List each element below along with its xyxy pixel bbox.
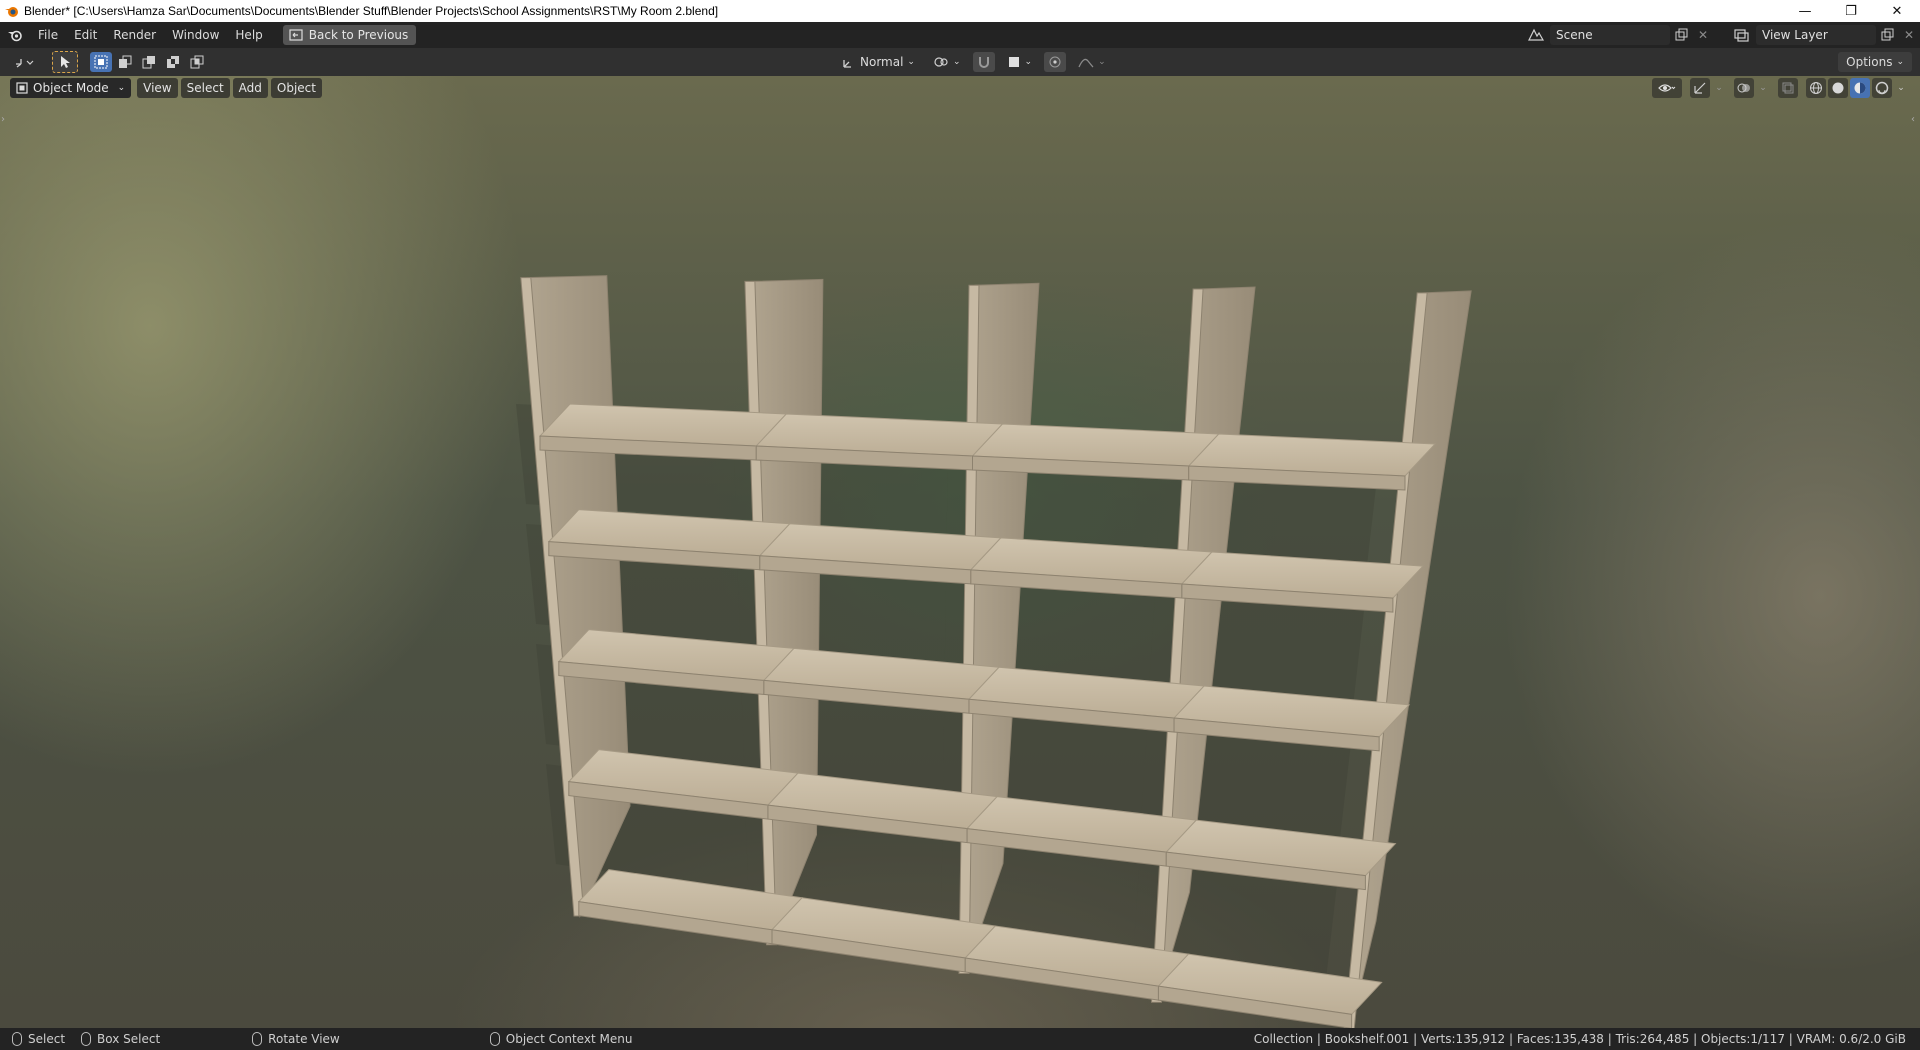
new-view-layer-button[interactable] [1876,25,1898,45]
transform-orientation-dropdown[interactable]: Normal ⌄ [836,52,921,72]
x-icon: ✕ [1697,28,1709,42]
chevron-down-icon: ⌄ [1098,57,1106,67]
view-layer-icon [1734,29,1749,42]
snap-target-dropdown[interactable]: ⌄ [1001,52,1039,72]
select-new-button[interactable] [90,52,112,72]
delete-view-layer-button[interactable]: ✕ [1898,25,1920,45]
scene-browse-button[interactable] [1522,25,1550,45]
duplicate-icon [1881,28,1894,41]
transform-settings-group: Normal ⌄ ⌄ ⌄ ⌄ [836,52,1112,72]
selection-mode-group [90,52,208,72]
3d-viewport[interactable]: Object Mode ⌄ View Select Add Object ⌄ ⌄ [0,76,1920,1028]
chevron-down-icon: ⌄ [1024,57,1033,67]
view-layer-name: View Layer [1762,28,1828,42]
menu-window[interactable]: Window [164,22,227,48]
options-label: Options [1846,55,1893,69]
back-screen-icon [289,29,303,41]
menu-help[interactable]: Help [227,22,270,48]
scene-name: Scene [1556,28,1593,42]
status-select: Select [12,1032,65,1046]
close-icon: ✕ [1891,3,1903,19]
magnet-icon [978,57,989,68]
snap-toggle[interactable] [972,52,995,72]
select-subtract-icon [142,56,155,69]
status-box-select-label: Box Select [97,1032,161,1046]
select-difference-button[interactable] [162,52,184,72]
mouse-middle-icon [252,1032,263,1046]
bookshelf-model[interactable] [0,76,1920,1028]
menu-render[interactable]: Render [105,22,164,48]
select-set-icon [94,55,108,69]
mouse-drag-icon [81,1032,92,1046]
bookshelf-geometry [516,275,1472,1028]
blender-logo-icon [8,30,22,42]
select-intersect-icon [190,55,204,69]
mouse-left-icon [12,1032,22,1046]
select-extend-icon [119,55,132,68]
pivot-point-dropdown[interactable]: ⌄ [927,52,967,72]
select-intersect-button[interactable] [186,52,208,72]
status-context-menu: Object Context Menu [489,1032,633,1046]
select-extend-button[interactable] [114,52,136,72]
scene-icon [1528,28,1545,41]
view-layer-name-field[interactable]: View Layer [1756,25,1876,45]
scene-name-field[interactable]: Scene [1550,25,1670,45]
view-layer-browse-button[interactable] [1728,25,1756,45]
chevron-down-icon: ⌄ [952,57,961,67]
new-scene-button[interactable] [1670,25,1692,45]
status-select-label: Select [28,1032,66,1046]
status-rotate-view-label: Rotate View [268,1032,340,1046]
x-icon: ✕ [1903,28,1915,42]
editor-type-button[interactable] [8,52,40,72]
window-controls: — ❐ ✕ [1782,0,1920,22]
status-context-menu-label: Object Context Menu [505,1032,633,1046]
mouse-right-icon [489,1032,500,1046]
menu-file[interactable]: File [30,22,66,48]
window-title: Blender* [C:\Users\Hamza Sar\Documents\D… [24,4,719,18]
transform-orientation-value: Normal [860,55,904,69]
scene-selector-group: Scene ✕ View Layer ✕ [1522,22,1920,48]
proportional-icon [1049,56,1061,68]
restore-button[interactable]: ❐ [1828,0,1874,22]
blender-topbar: File Edit Render Window Help Back to Pre… [0,22,1920,48]
status-rotate-view: Rotate View [252,1032,340,1046]
3d-viewport-icon [16,59,34,68]
proportional-editing-toggle[interactable] [1044,52,1067,72]
menu-edit[interactable]: Edit [66,22,105,48]
blender-app-icon [5,7,18,17]
proportional-falloff-dropdown[interactable]: ⌄ [1072,52,1112,72]
pivot-icon [934,57,948,67]
select-subtract-button[interactable] [138,52,160,72]
window-titlebar: Blender* [C:\Users\Hamza Sar\Documents\D… [0,0,1920,22]
select-tool-button[interactable] [52,51,78,73]
snap-increment-icon [1008,57,1019,67]
delete-scene-button[interactable]: ✕ [1692,25,1714,45]
tool-header: Normal ⌄ ⌄ ⌄ ⌄ Options ⌄ [0,48,1920,76]
minimize-button[interactable]: — [1782,0,1828,22]
back-to-previous-button[interactable]: Back to Previous [282,25,417,45]
restore-icon: ❐ [1845,3,1857,19]
back-to-previous-label: Back to Previous [308,28,409,42]
orientation-icon [843,60,851,68]
blender-menu-button[interactable] [0,22,30,48]
select-difference-icon [167,56,179,68]
chevron-down-icon: ⌄ [1896,57,1904,67]
options-dropdown[interactable]: Options ⌄ [1838,52,1912,72]
close-button[interactable]: ✕ [1874,0,1920,22]
chevron-down-icon: ⌄ [907,57,915,67]
status-bar: Select Box Select Rotate View Object Con… [0,1028,1920,1050]
minimize-icon: — [1798,3,1812,19]
falloff-curve-icon [1078,58,1094,68]
cursor-arrow-icon [61,56,70,68]
status-box-select: Box Select [81,1032,160,1046]
scene-statistics: Collection | Bookshelf.001 | Verts:135,9… [1253,1032,1906,1046]
duplicate-icon [1675,28,1688,41]
